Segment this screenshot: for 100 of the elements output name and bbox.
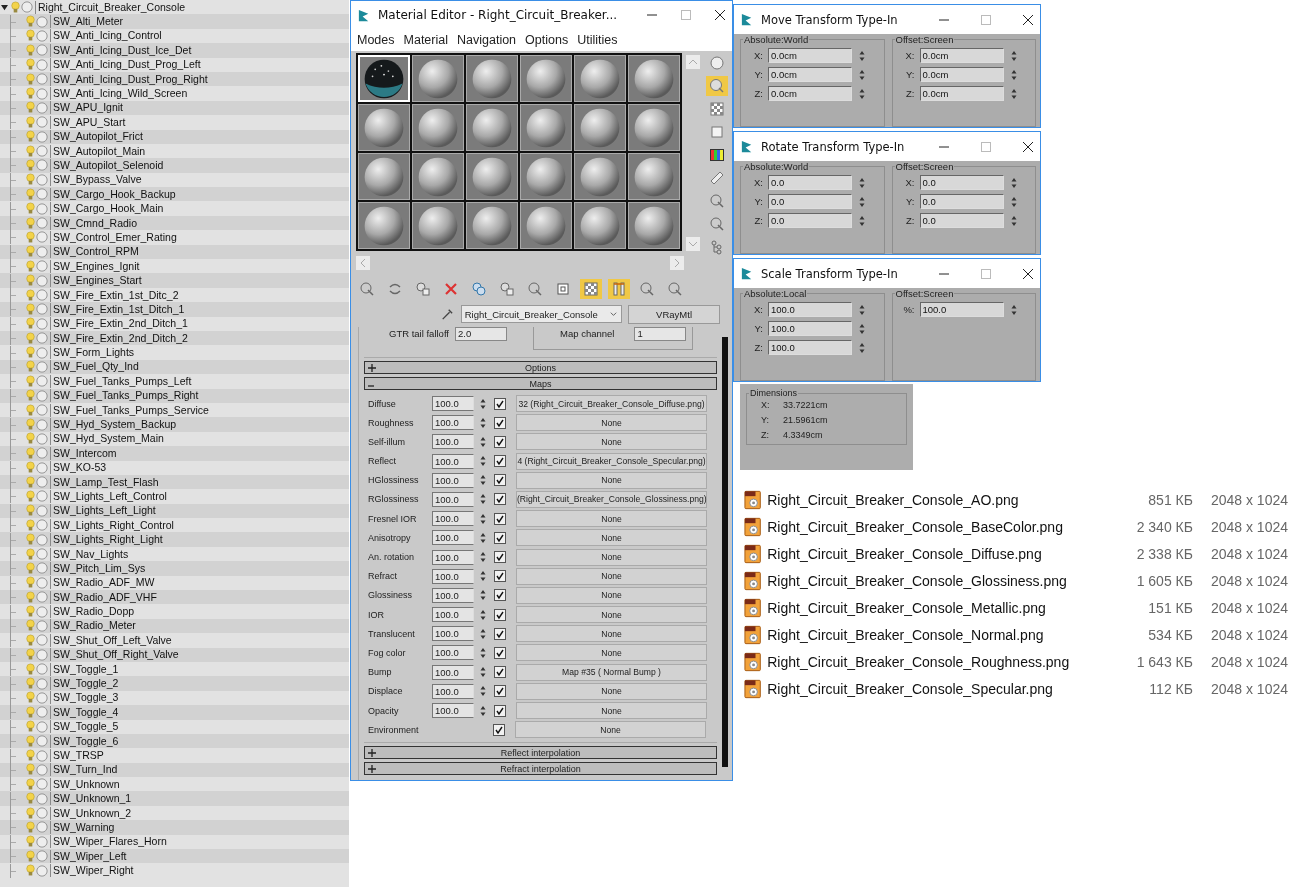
close-icon[interactable] bbox=[1022, 267, 1034, 280]
maximize-icon[interactable] bbox=[980, 140, 992, 153]
checkbox[interactable] bbox=[494, 474, 506, 487]
light-bulb-icon[interactable] bbox=[26, 619, 35, 633]
render-circle-icon[interactable] bbox=[36, 576, 48, 589]
spinner-icon[interactable] bbox=[480, 455, 486, 468]
object-name[interactable]: SW_Shut_Off_Left_Valve bbox=[50, 633, 172, 647]
map-button[interactable]: None bbox=[516, 586, 707, 604]
value-field[interactable]: 0.0 bbox=[919, 213, 1004, 228]
spinner-icon[interactable] bbox=[1010, 68, 1017, 81]
render-circle-icon[interactable] bbox=[36, 432, 48, 445]
spinner-icon[interactable] bbox=[480, 685, 486, 698]
close-icon[interactable] bbox=[1022, 140, 1034, 153]
file-name[interactable]: Right_Circuit_Breaker_Console_Normal.png bbox=[767, 626, 1085, 643]
menu-item[interactable]: Material bbox=[403, 33, 448, 47]
value-field[interactable]: 0.0 bbox=[768, 213, 852, 228]
amount-field[interactable]: 100.0 bbox=[432, 472, 474, 488]
object-name[interactable]: SW_Toggle_6 bbox=[50, 734, 119, 748]
spinner-icon[interactable] bbox=[1010, 176, 1017, 189]
object-name[interactable]: Right_Circuit_Breaker_Console bbox=[35, 0, 186, 14]
light-bulb-icon[interactable] bbox=[26, 58, 35, 72]
spinner-icon[interactable] bbox=[480, 512, 486, 525]
light-bulb-icon[interactable] bbox=[26, 187, 35, 201]
amount-field[interactable]: 100.0 bbox=[432, 453, 474, 469]
object-name[interactable]: SW_Intercom bbox=[50, 446, 117, 460]
render-circle-icon[interactable] bbox=[36, 735, 48, 748]
render-circle-icon[interactable] bbox=[36, 763, 48, 776]
amount-field[interactable]: 100.0 bbox=[432, 568, 474, 584]
object-name[interactable]: SW_Toggle_5 bbox=[50, 720, 119, 734]
file-name[interactable]: Right_Circuit_Breaker_Console_Metallic.png bbox=[767, 599, 1085, 616]
render-circle-icon[interactable] bbox=[36, 375, 48, 388]
object-name[interactable]: SW_Lights_Right_Control bbox=[50, 518, 174, 532]
checkbox[interactable] bbox=[494, 531, 506, 544]
checkbox[interactable] bbox=[493, 723, 505, 736]
map-button[interactable]: None bbox=[516, 606, 707, 624]
map-button[interactable]: 4 (Right_Circuit_Breaker_Console_Specular.png) bbox=[516, 452, 707, 470]
light-bulb-icon[interactable] bbox=[26, 274, 35, 288]
maximize-icon[interactable] bbox=[980, 267, 992, 280]
render-circle-icon[interactable] bbox=[36, 634, 48, 647]
spinner-icon[interactable] bbox=[859, 322, 865, 335]
light-bulb-icon[interactable] bbox=[26, 374, 35, 388]
light-bulb-icon[interactable] bbox=[26, 302, 35, 316]
checkbox[interactable] bbox=[494, 646, 506, 659]
map-channel-field[interactable]: 1 bbox=[634, 327, 687, 341]
render-circle-icon[interactable] bbox=[36, 217, 48, 230]
object-name[interactable]: SW_Toggle_3 bbox=[50, 691, 119, 705]
spinner-icon[interactable] bbox=[480, 570, 486, 583]
spinner-icon[interactable] bbox=[859, 195, 865, 208]
render-circle-icon[interactable] bbox=[36, 821, 48, 834]
checkbox[interactable] bbox=[494, 666, 506, 679]
checkbox[interactable] bbox=[494, 627, 506, 640]
amount-field[interactable]: 100.0 bbox=[432, 664, 474, 680]
render-circle-icon[interactable] bbox=[36, 87, 48, 100]
light-bulb-icon[interactable] bbox=[26, 245, 35, 259]
menu-item[interactable]: Modes bbox=[357, 33, 395, 47]
render-circle-icon[interactable] bbox=[36, 691, 48, 704]
light-bulb-icon[interactable] bbox=[26, 835, 35, 849]
render-circle-icon[interactable] bbox=[36, 101, 48, 114]
checkbox[interactable] bbox=[494, 570, 506, 583]
render-circle-icon[interactable] bbox=[36, 245, 48, 258]
value-field[interactable]: 100.0 bbox=[768, 302, 852, 317]
render-circle-icon[interactable] bbox=[36, 15, 48, 28]
render-circle-icon[interactable] bbox=[36, 749, 48, 762]
light-bulb-icon[interactable] bbox=[26, 202, 35, 216]
render-circle-icon[interactable] bbox=[36, 864, 48, 877]
checkbox[interactable] bbox=[494, 435, 506, 448]
light-bulb-icon[interactable] bbox=[26, 864, 35, 878]
render-circle-icon[interactable] bbox=[36, 73, 48, 86]
object-name[interactable]: SW_Turn_Ind bbox=[50, 763, 118, 777]
object-name[interactable]: SW_Autopilot_Main bbox=[50, 144, 146, 158]
scroll-left-icon[interactable] bbox=[356, 256, 370, 270]
light-bulb-icon[interactable] bbox=[26, 230, 35, 244]
render-circle-icon[interactable] bbox=[36, 490, 48, 503]
object-name[interactable]: SW_Anti_Icing_Dust_Prog_Left bbox=[50, 58, 201, 72]
amount-field[interactable]: 100.0 bbox=[432, 415, 474, 431]
object-name[interactable]: SW_Radio_ADF_MW bbox=[50, 576, 155, 590]
object-name[interactable]: SW_Bypass_Valve bbox=[50, 173, 142, 187]
render-circle-icon[interactable] bbox=[36, 317, 48, 330]
map-button[interactable]: (Right_Circuit_Breaker_Console_Glossiness.png) bbox=[516, 490, 707, 508]
eyedropper-icon[interactable] bbox=[441, 307, 455, 321]
light-bulb-icon[interactable] bbox=[26, 115, 35, 129]
material-name-dropdown[interactable]: Right_Circuit_Breaker_Console bbox=[460, 305, 623, 323]
map-button[interactable]: None bbox=[516, 625, 707, 643]
value-field[interactable]: 0.0cm bbox=[919, 48, 1004, 63]
object-name[interactable]: SW_Wiper_Right bbox=[50, 864, 134, 878]
light-bulb-icon[interactable] bbox=[26, 15, 35, 29]
light-bulb-icon[interactable] bbox=[26, 173, 35, 187]
amount-field[interactable]: 100.0 bbox=[432, 587, 474, 603]
maximize-icon[interactable] bbox=[980, 13, 992, 26]
file-name[interactable]: Right_Circuit_Breaker_Console_AO.png bbox=[767, 491, 1085, 508]
light-bulb-icon[interactable] bbox=[26, 461, 35, 475]
value-field[interactable]: 0.0 bbox=[919, 194, 1004, 209]
spinner-icon[interactable] bbox=[480, 416, 486, 429]
render-circle-icon[interactable] bbox=[36, 778, 48, 791]
spinner-icon[interactable] bbox=[1010, 303, 1017, 316]
render-circle-icon[interactable] bbox=[36, 807, 48, 820]
spinner-icon[interactable] bbox=[1010, 214, 1017, 227]
value-field[interactable]: 0.0 bbox=[768, 175, 852, 190]
object-name[interactable]: SW_Toggle_1 bbox=[50, 662, 119, 676]
scroll-right-icon[interactable] bbox=[670, 256, 684, 270]
